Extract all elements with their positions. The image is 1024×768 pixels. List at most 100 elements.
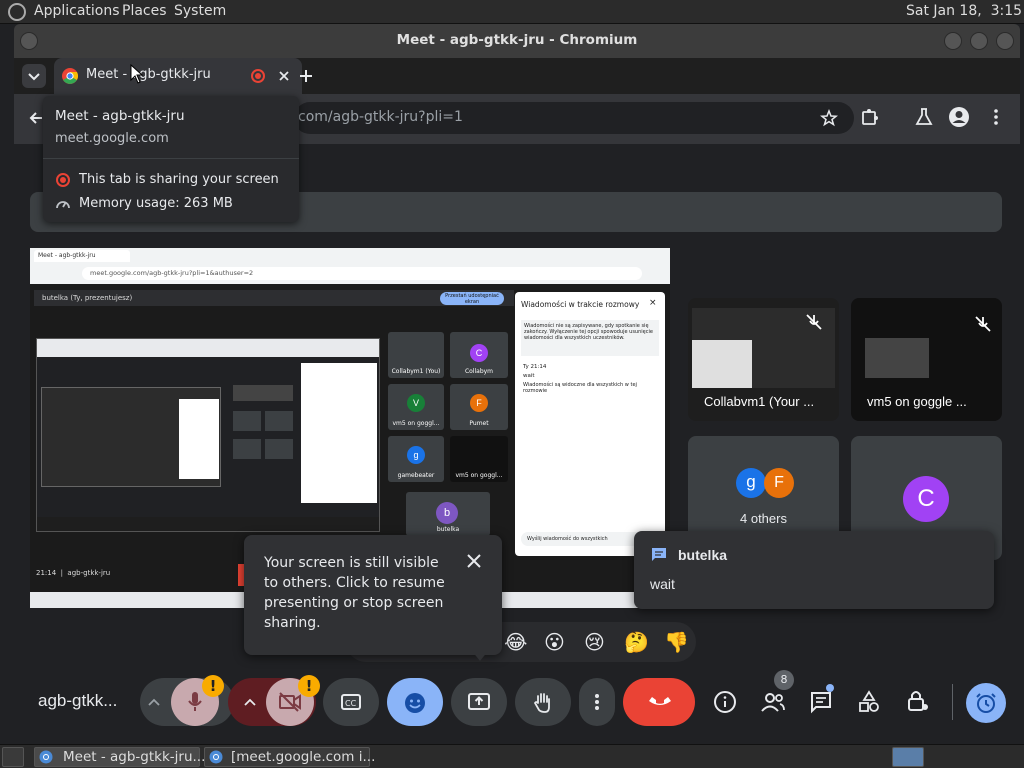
tooltip-text: Your screen is still visible to others. …: [264, 555, 445, 631]
tab-hover-card: Meet - agb-gtkk-jru meet.google.com This…: [43, 96, 299, 222]
meeting-info-icon[interactable]: [713, 690, 737, 714]
chevron-down-icon: [28, 73, 40, 81]
mini-chat-panel: Wiadomości w trakcie rozmowy × Wiadomośc…: [515, 292, 665, 556]
companion-timer-button[interactable]: [966, 683, 1006, 723]
chat-notification[interactable]: butelka wait: [634, 531, 994, 609]
present-screen-icon: [468, 693, 490, 710]
camera-warning-badge: !: [298, 675, 320, 697]
screen-sharing-icon: [56, 173, 70, 187]
mini-tile: Collabym1 (You): [388, 332, 444, 378]
panel-clock[interactable]: Sat Jan 18, 3:15 PM: [906, 3, 1024, 19]
raise-hand-button[interactable]: [515, 678, 571, 726]
mini-address: meet.google.com/agb-gtkk-jru?pli=1&authu…: [82, 267, 642, 280]
others-label: 4 others: [740, 511, 787, 526]
tab-title: Meet - agb-gtkk-jru: [86, 67, 211, 82]
chromium-icon: [209, 750, 223, 764]
alarm-clock-icon: [976, 693, 996, 713]
avatar-g: g: [736, 468, 766, 498]
window-titlebar[interactable]: Meet - agb-gtkk-jru - Chromium: [14, 24, 1020, 58]
mini-tile: C Collabym: [450, 332, 508, 378]
hovercard-memory: Memory usage: 263 MB: [79, 196, 233, 211]
reaction-sad[interactable]: 😢: [584, 630, 605, 654]
more-vert-icon: [595, 694, 599, 710]
system-menu[interactable]: System: [174, 3, 226, 19]
taskbar-item-label: [meet.google.com i...: [231, 749, 376, 765]
show-desktop-button[interactable]: [2, 747, 24, 767]
present-screen-button[interactable]: [451, 678, 507, 726]
reaction-thumbs-down[interactable]: 👎: [664, 630, 689, 654]
close-tab-icon[interactable]: [276, 68, 292, 84]
mini-stop-sharing: Przestań udostępniać ekran: [440, 292, 504, 305]
chat-icon[interactable]: [809, 690, 833, 714]
tab-meet[interactable]: Meet - agb-gtkk-jru: [54, 58, 302, 94]
top-panel: Applications Places System Sat Jan 18, 3…: [0, 0, 1024, 24]
reactions-button[interactable]: [387, 678, 443, 726]
screen-share-tooltip: Your screen is still visible to others. …: [244, 535, 502, 661]
people-count-badge: 8: [774, 670, 794, 690]
address-bar[interactable]: com/agb-gtkk-jru?pli=1: [294, 102, 854, 134]
mini-tile: F Pumet: [450, 384, 508, 430]
captions-button[interactable]: CC: [323, 678, 379, 726]
meeting-code: agb-gtkk...: [38, 691, 118, 710]
taskbar-item-popup[interactable]: [meet.google.com i...: [204, 747, 375, 767]
microphone-icon: [188, 692, 202, 711]
places-menu[interactable]: Places: [122, 3, 167, 19]
end-call-icon: [649, 697, 671, 705]
toolbar-divider: [952, 684, 953, 720]
new-tab-icon[interactable]: [297, 67, 315, 85]
reaction-thinking[interactable]: 🤔: [624, 630, 649, 654]
tab-search-button[interactable]: [22, 64, 46, 88]
taskbar-item-meet[interactable]: Meet - agb-gtkk-jru...: [34, 747, 205, 767]
reaction-surprised[interactable]: 😮: [544, 630, 565, 654]
muted-mic-icon: [975, 316, 991, 332]
participant-tile-vm5[interactable]: vm5 on goggle ...: [851, 298, 1002, 421]
reaction-laugh[interactable]: 😂: [504, 630, 527, 654]
avatar-c: C: [903, 476, 949, 522]
chevron-up-icon[interactable]: [242, 694, 258, 710]
window-title: Meet - agb-gtkk-jru - Chromium: [396, 32, 638, 48]
chat-sender: butelka: [678, 547, 728, 563]
more-options-button[interactable]: [579, 678, 615, 726]
chromium-icon: [39, 750, 53, 764]
closed-captions-icon: CC: [341, 694, 361, 710]
close-tooltip-icon[interactable]: [464, 551, 484, 571]
address-text: com/agb-gtkk-jru?pli=1: [298, 109, 463, 125]
host-controls-lock-icon[interactable]: [905, 688, 931, 714]
bottom-taskbar: Meet - agb-gtkk-jru... [meet.google.com …: [0, 744, 1024, 768]
nested-screen: [36, 338, 380, 532]
participant-tile-collabvm1[interactable]: Collabvm1 (Your ...: [688, 298, 839, 421]
chrome-favicon-icon: [62, 68, 78, 84]
tab-strip: Meet - agb-gtkk-jru: [14, 58, 1020, 94]
memory-gauge-icon: [56, 201, 70, 209]
people-icon[interactable]: [760, 690, 786, 714]
emoji-smile-icon: [405, 693, 425, 713]
chevron-up-icon[interactable]: [146, 694, 162, 710]
chat-message: wait: [650, 576, 675, 592]
participant-name: Collabvm1 (Your ...: [704, 394, 815, 409]
profile-avatar-icon[interactable]: [948, 106, 970, 128]
maximize-button[interactable]: [970, 32, 988, 50]
labs-flask-icon[interactable]: [914, 107, 934, 127]
hovercard-title: Meet - agb-gtkk-jru: [55, 108, 185, 124]
camera-off-icon: [279, 692, 301, 712]
hovercard-sharing: This tab is sharing your screen: [79, 172, 279, 187]
mouse-cursor-icon: [130, 64, 144, 84]
raise-hand-icon: [533, 693, 550, 713]
mini-browser-chrome: Meet - agb-gtkk-jru meet.google.com/agb-…: [30, 248, 670, 284]
os-logo-icon[interactable]: [8, 3, 26, 21]
extensions-puzzle-icon[interactable]: [860, 107, 880, 127]
bookmark-star-icon[interactable]: [820, 109, 838, 127]
muted-mic-icon: [806, 314, 822, 330]
screen-sharing-indicator-icon: [251, 69, 265, 83]
kebab-menu-icon[interactable]: [986, 107, 1006, 127]
applications-menu[interactable]: Applications: [34, 3, 120, 19]
activities-shapes-icon[interactable]: [857, 690, 881, 714]
workspace-switcher[interactable]: [892, 747, 924, 767]
leave-call-button[interactable]: [623, 678, 695, 726]
hovercard-domain: meet.google.com: [55, 131, 169, 146]
chat-unread-dot: [826, 684, 834, 692]
participant-name: vm5 on goggle ...: [867, 394, 967, 409]
minimize-button[interactable]: [944, 32, 962, 50]
close-window-button[interactable]: [996, 32, 1014, 50]
mini-tile: vm5 on goggl...: [450, 436, 508, 482]
